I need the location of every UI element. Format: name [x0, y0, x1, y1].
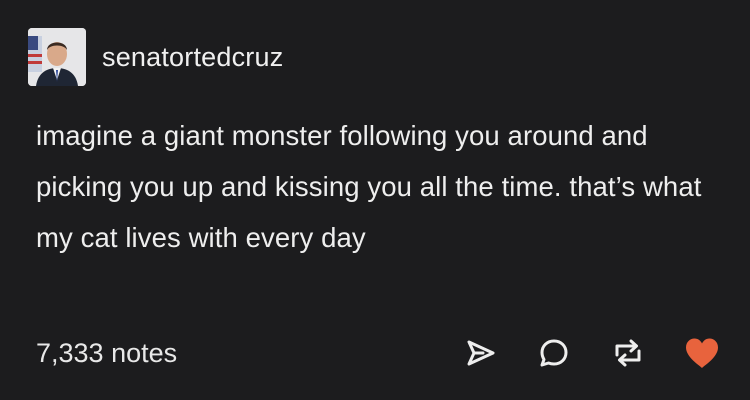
notes-count[interactable]: 7,333 notes	[36, 338, 177, 369]
tumblr-post: senatortedcruz imagine a giant monster f…	[0, 0, 750, 400]
like-button[interactable]	[682, 333, 722, 373]
post-footer: 7,333 notes	[36, 330, 722, 376]
username[interactable]: senatortedcruz	[102, 42, 283, 73]
reply-icon	[537, 336, 571, 370]
post-actions	[426, 333, 722, 373]
share-button[interactable]	[460, 333, 500, 373]
post-body-text: imagine a giant monster following you ar…	[36, 120, 702, 253]
reblog-icon	[611, 336, 645, 370]
avatar[interactable]	[28, 28, 86, 86]
post-header: senatortedcruz	[28, 28, 283, 86]
reply-button[interactable]	[534, 333, 574, 373]
share-icon	[463, 336, 497, 370]
heart-icon	[683, 336, 721, 370]
reblog-button[interactable]	[608, 333, 648, 373]
